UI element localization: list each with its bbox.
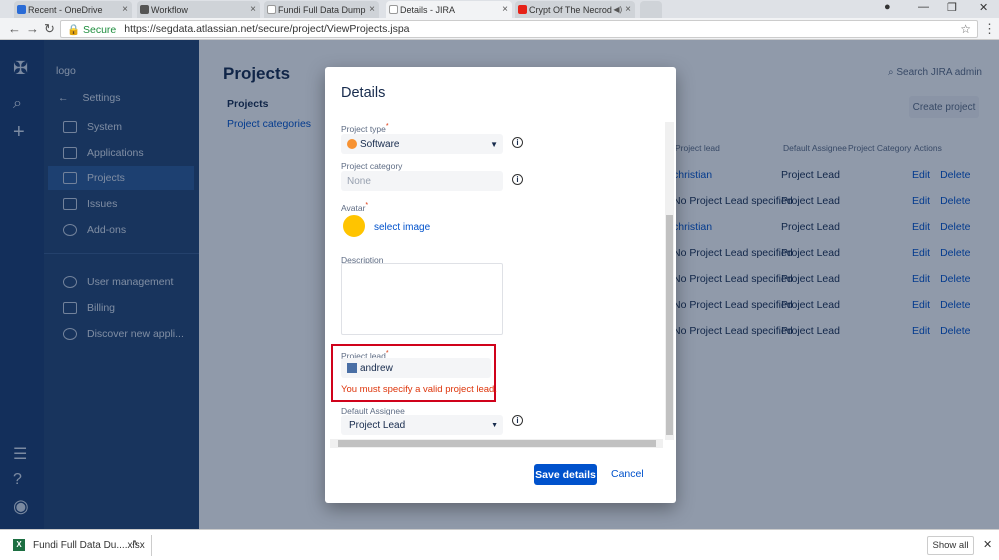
chevron-down-icon: ▼ (490, 139, 498, 149)
url-text: https://segdata.atlassian.net/secure/pro… (124, 23, 410, 35)
tab-title: Fundi Full Data Dump Re (278, 4, 366, 15)
close-icon[interactable]: ✕ (983, 538, 992, 551)
tab-youtube[interactable]: Crypt Of The Necrod ◀) × (515, 1, 635, 18)
minimize-icon[interactable]: — (918, 1, 929, 13)
excel-file-icon: X (13, 539, 25, 551)
required-marker: * (365, 201, 369, 209)
project-details-dialog: Details Project type* Software ▼ i Proje… (325, 67, 676, 503)
new-tab-button[interactable] (640, 1, 662, 18)
label-text: Project type (341, 123, 386, 134)
tab-onedrive[interactable]: Recent - OneDrive × (14, 1, 132, 18)
select-image-link[interactable]: select image (374, 222, 430, 233)
avatar-label: Avatar* (341, 201, 368, 213)
required-marker: * (385, 122, 389, 130)
info-icon[interactable]: i (512, 174, 523, 185)
tab-workflow[interactable]: Workflow × (137, 1, 260, 18)
menu-icon[interactable]: ⋮ (983, 21, 996, 37)
close-window-icon[interactable]: ✕ (979, 1, 988, 14)
forward-arrow-icon[interactable]: → (26, 21, 39, 36)
document-icon (389, 5, 398, 14)
download-file-name[interactable]: Fundi Full Data Du....xlsx (33, 540, 145, 551)
project-avatar[interactable] (341, 213, 367, 239)
tab-fundi[interactable]: Fundi Full Data Dump Re × (264, 1, 379, 18)
secure-text: Secure (83, 23, 117, 36)
close-icon[interactable]: × (369, 4, 375, 15)
url-field[interactable]: 🔒 Secure https://segdata.atlassian.net/s… (60, 20, 978, 38)
save-details-button[interactable]: Save details (534, 464, 597, 485)
tab-title: Workflow (151, 4, 188, 15)
browser-tab-strip: Recent - OneDrive × Workflow × Fundi Ful… (0, 0, 999, 18)
close-icon[interactable]: × (122, 4, 128, 15)
divider (151, 535, 152, 556)
lock-icon: 🔒 (67, 23, 81, 36)
default-assignee-select[interactable]: Project Lead ▼ (341, 415, 503, 435)
select-value: Software (360, 138, 400, 150)
close-icon[interactable]: × (250, 4, 256, 15)
info-icon[interactable]: i (512, 415, 523, 426)
cancel-button[interactable]: Cancel (611, 468, 644, 480)
required-marker: * (385, 349, 389, 357)
address-bar: ← → ↻ 🔒 Secure https://segdata.atlassian… (0, 18, 999, 40)
tab-jira[interactable]: Details - JIRA × (386, 1, 512, 18)
project-lead-input[interactable]: andrew (341, 358, 491, 378)
download-bar: X Fundi Full Data Du....xlsx ˄ Show all … (0, 529, 999, 560)
secure-label: 🔒 Secure (67, 23, 116, 36)
chevron-down-icon: ▼ (491, 421, 498, 429)
scrollbar-thumb[interactable] (666, 215, 673, 435)
document-icon (267, 5, 276, 14)
close-icon[interactable]: × (625, 4, 631, 15)
tab-title: Details - JIRA (400, 4, 456, 15)
category-label: Project category (341, 161, 403, 171)
workflow-icon (140, 5, 149, 14)
bookmark-star-icon[interactable]: ☆ (960, 22, 971, 36)
input-value: andrew (360, 362, 393, 374)
select-value: None (347, 175, 371, 187)
category-select[interactable]: None (341, 171, 503, 191)
project-type-select[interactable]: Software ▼ (341, 134, 503, 154)
chevron-up-icon[interactable]: ˄ (132, 538, 138, 549)
show-all-button[interactable]: Show all (927, 536, 974, 555)
lead-error-message: You must specify a valid project lead. (341, 384, 497, 395)
dialog-title: Details (341, 85, 386, 101)
speaker-icon: ◀) (613, 5, 623, 14)
close-icon[interactable]: × (502, 4, 508, 15)
software-icon (347, 139, 357, 149)
profile-icon[interactable]: ● (884, 1, 891, 13)
reload-icon[interactable]: ↻ (44, 21, 55, 37)
description-textarea[interactable] (341, 263, 503, 335)
info-icon[interactable]: i (512, 137, 523, 148)
label-text: Avatar (341, 202, 366, 213)
dialog-scroll-area: Project type* Software ▼ i Project categ… (325, 114, 676, 445)
onedrive-icon (17, 5, 26, 14)
maximize-icon[interactable]: ❐ (947, 1, 957, 14)
youtube-icon (518, 5, 527, 14)
tab-title: Recent - OneDrive (28, 4, 103, 15)
project-type-label: Project type* (341, 122, 389, 134)
user-icon (347, 363, 357, 373)
horizontal-scrollbar-thumb[interactable] (338, 440, 656, 447)
tab-title: Crypt Of The Necrod (529, 4, 612, 15)
back-arrow-icon[interactable]: ← (8, 21, 21, 36)
select-value: Project Lead (349, 419, 406, 431)
